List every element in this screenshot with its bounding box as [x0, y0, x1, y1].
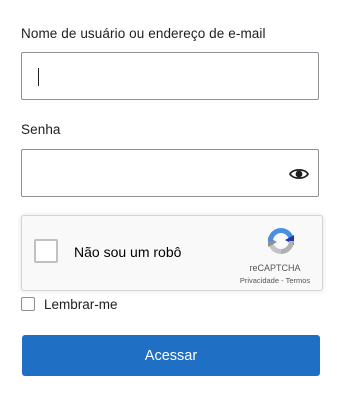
- password-input[interactable]: [22, 150, 318, 196]
- username-label: Nome de usuário ou endereço de e-mail: [21, 26, 266, 41]
- recaptcha-label: Não sou um robô: [74, 244, 182, 260]
- recaptcha-brand: reCAPTCHA: [249, 263, 301, 273]
- remember-me-row[interactable]: Lembrar-me: [21, 295, 118, 313]
- recaptcha-widget: Não sou um robô reCAPTCHA Privacidade - …: [21, 215, 323, 291]
- remember-me-checkbox[interactable]: [21, 297, 35, 311]
- recaptcha-privacy-link[interactable]: Privacidade: [240, 276, 279, 285]
- username-input[interactable]: [22, 53, 318, 99]
- username-field-container: [21, 52, 319, 100]
- remember-me-label[interactable]: Lembrar-me: [44, 297, 118, 312]
- recaptcha-checkbox[interactable]: [34, 239, 58, 263]
- show-password-eye-icon[interactable]: [288, 164, 310, 184]
- text-cursor: [38, 68, 39, 86]
- recaptcha-links: Privacidade - Termos: [227, 276, 323, 285]
- password-label: Senha: [21, 122, 61, 137]
- recaptcha-terms-link[interactable]: Termos: [286, 276, 311, 285]
- login-submit-button[interactable]: Acessar: [22, 335, 320, 376]
- password-field-container: [21, 149, 319, 197]
- login-form: Nome de usuário ou endereço de e-mail Se…: [0, 0, 342, 397]
- recaptcha-logo-icon: [268, 228, 294, 254]
